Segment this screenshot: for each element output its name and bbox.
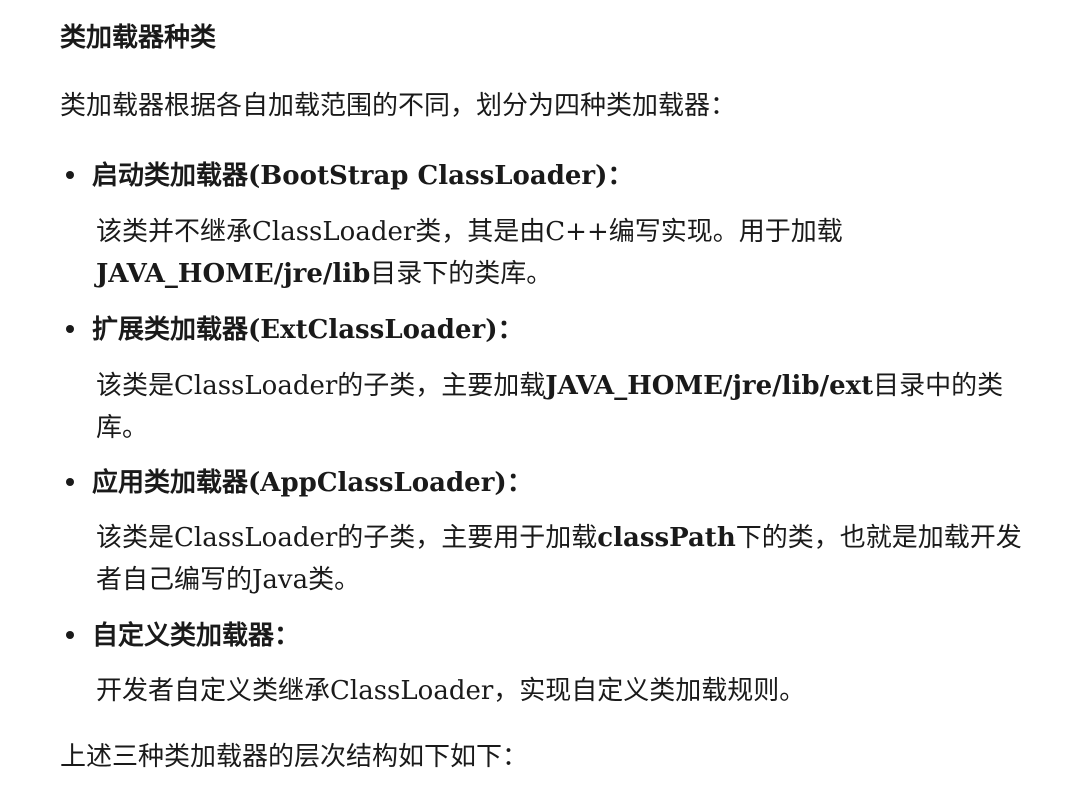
item-description: 开发者自定义类继承ClassLoader，实现自定义类加载规则。 [96, 670, 805, 712]
bullet-icon [66, 631, 74, 639]
description-text: 该类是ClassLoader的子类，主要加载 [96, 371, 546, 401]
description-text: 目录中的类 [873, 371, 1004, 401]
description-line: 该类是ClassLoader的子类，主要加载JAVA_HOME/jre/lib/… [96, 365, 1003, 407]
description-text: 该类是ClassLoader的子类，主要用于加载 [96, 523, 598, 553]
description-text: 下的类，也就是加载开发 [735, 523, 1022, 553]
bullet-icon [66, 171, 74, 179]
list-item-ext-loader: 扩展类加载器(ExtClassLoader)： [66, 310, 524, 350]
classpath-bold: classPath [597, 523, 736, 553]
item-title: 启动类加载器(BootStrap ClassLoader)： [92, 161, 634, 191]
description-line: 开发者自定义类继承ClassLoader，实现自定义类加载规则。 [96, 676, 806, 706]
document-page: 类加载器种类 类加载器根据各自加载范围的不同，划分为四种类加载器： 启动类加载器… [0, 0, 1066, 786]
description-text: 目录下的类库。 [370, 259, 553, 289]
bullet-icon [66, 478, 74, 486]
item-description: 该类是ClassLoader的子类，主要用于加载classPath下的类，也就是… [96, 517, 1022, 601]
item-title: 应用类加载器(AppClassLoader)： [92, 468, 533, 498]
list-item-custom-loader: 自定义类加载器： [66, 616, 300, 656]
description-line: JAVA_HOME/jre/lib目录下的类库。 [96, 253, 843, 295]
list-item-bootstrap-loader: 启动类加载器(BootStrap ClassLoader)： [66, 156, 633, 196]
section-heading: 类加载器种类 [60, 23, 217, 53]
list-item-app-loader: 应用类加载器(AppClassLoader)： [66, 463, 533, 503]
description-line: 该类是ClassLoader的子类，主要用于加载classPath下的类，也就是… [96, 517, 1022, 559]
item-title: 扩展类加载器(ExtClassLoader)： [92, 315, 524, 345]
item-description: 该类并不继承ClassLoader类，其是由C++编写实现。用于加载 JAVA_… [96, 211, 843, 295]
outro-paragraph: 上述三种类加载器的层次结构如下如下： [60, 742, 529, 772]
description-line: 库。 [96, 413, 149, 443]
path-bold: JAVA_HOME/jre/lib [96, 259, 371, 289]
path-bold: JAVA_HOME/jre/lib/ext [545, 371, 874, 401]
item-description: 该类是ClassLoader的子类，主要加载JAVA_HOME/jre/lib/… [96, 365, 1003, 449]
bullet-icon [66, 325, 74, 333]
item-title: 自定义类加载器： [92, 621, 301, 651]
description-line: 者自己编写的Java类。 [96, 565, 361, 595]
description-line: 该类并不继承ClassLoader类，其是由C++编写实现。用于加载 [96, 217, 843, 247]
intro-paragraph: 类加载器根据各自加载范围的不同，划分为四种类加载器： [60, 91, 737, 121]
